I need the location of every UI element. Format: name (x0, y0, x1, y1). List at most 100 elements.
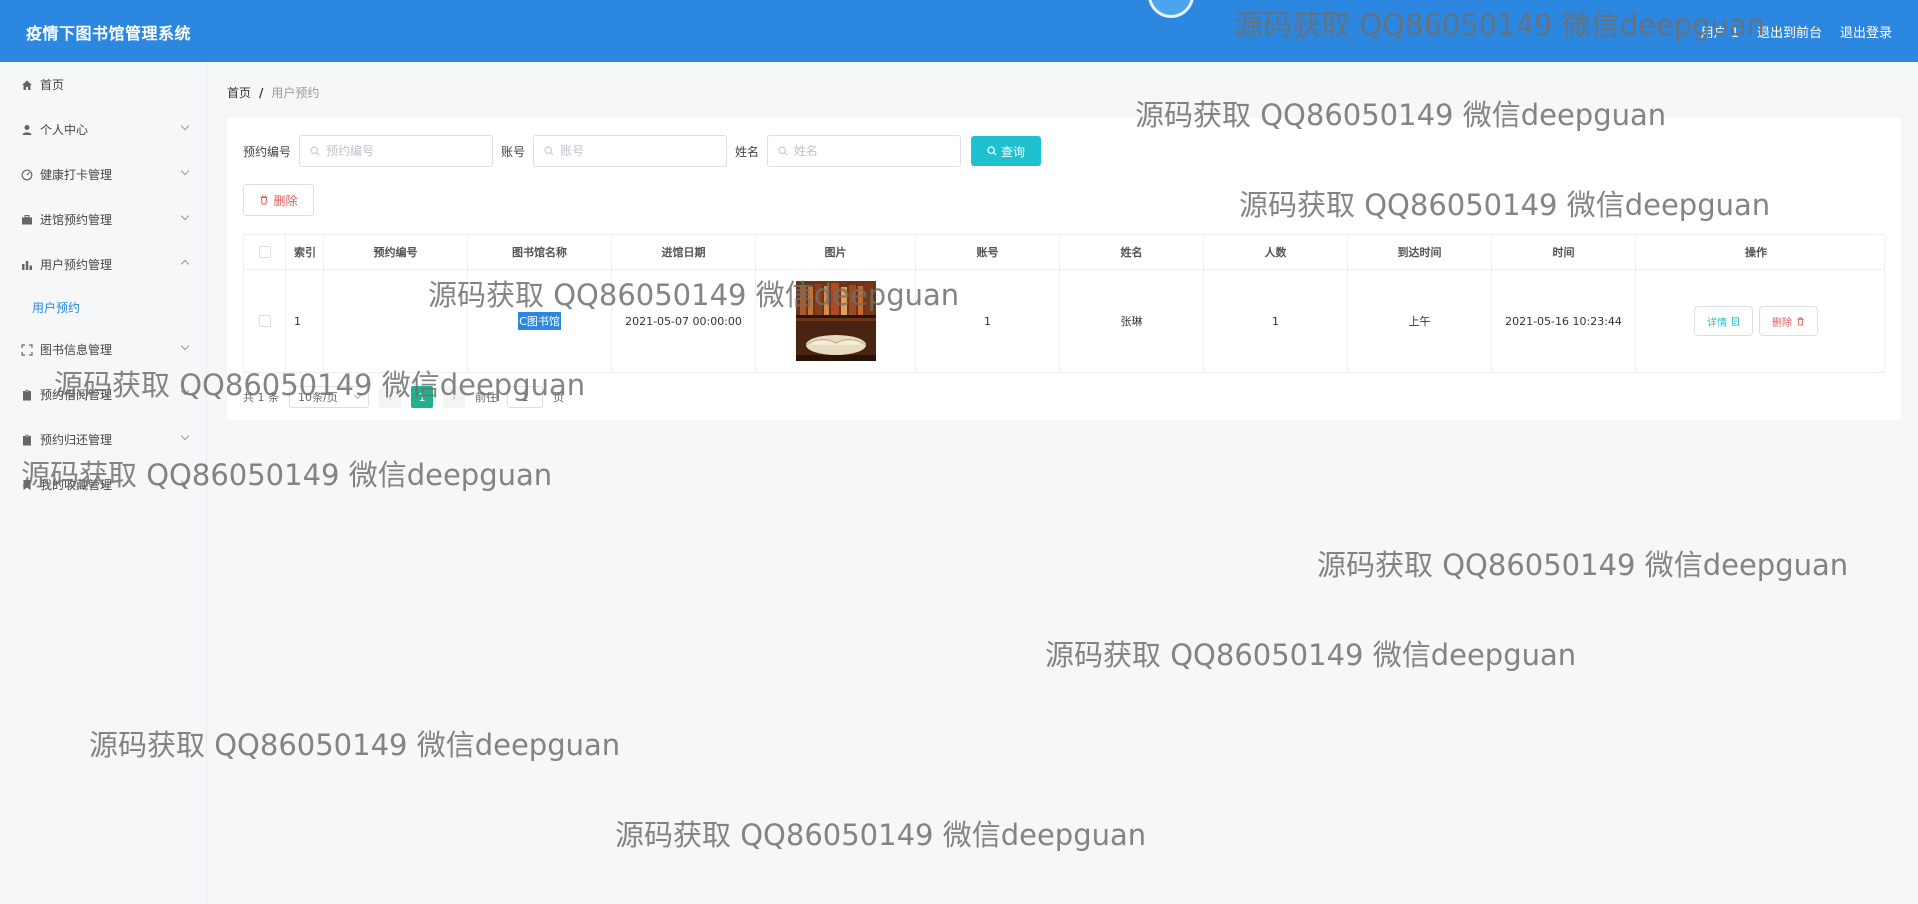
select-all-checkbox[interactable] (258, 246, 271, 258)
row-checkbox-cell (244, 270, 286, 372)
chevron-down-icon (180, 341, 190, 351)
sidebar-item-label: 个人中心 (40, 123, 89, 137)
col-arrival: 到达时间 (1348, 235, 1492, 269)
cell-library-name: C图书馆 (468, 270, 612, 372)
col-booking-no: 预约编号 (324, 235, 468, 269)
sidebar-item-profile[interactable]: 个人中心 (0, 107, 206, 152)
row-delete-button[interactable]: 删除 (1759, 306, 1818, 336)
home-icon (20, 78, 34, 92)
user-icon (20, 123, 34, 137)
cell-arrival: 上午 (1348, 270, 1492, 372)
name-label: 姓名 (735, 144, 760, 159)
chevron-down-icon (180, 211, 190, 221)
cell-account: 1 (916, 270, 1060, 372)
page-size-value: 10条/页 (298, 391, 338, 404)
header-links: 用户 1 退出到前台 退出登录 (1701, 22, 1892, 41)
detail-button[interactable]: 详情 (1694, 306, 1753, 336)
trash-icon (260, 195, 268, 205)
sidebar-item-label: 我的收藏管理 (40, 478, 113, 492)
booking-table: 索引 预约编号 图书馆名称 进馆日期 图片 账号 姓名 人数 到达时间 时间 操… (243, 234, 1885, 373)
chevron-down-icon (180, 386, 190, 396)
col-time: 时间 (1492, 235, 1636, 269)
document-icon (1732, 316, 1739, 326)
sidebar-item-label: 预约借阅管理 (40, 388, 113, 402)
sidebar-subitem-user-booking[interactable]: 用户预约 (0, 287, 206, 327)
chevron-down-icon (180, 476, 190, 486)
goto-page-input[interactable]: 1 (507, 386, 543, 408)
batch-delete-button[interactable]: 删除 (243, 184, 314, 216)
clipboard-icon (20, 388, 34, 402)
logout-link[interactable]: 退出登录 (1840, 22, 1892, 41)
briefcase-icon (20, 213, 34, 227)
sidebar-item-user-booking[interactable]: 用户预约管理 (0, 242, 206, 287)
sidebar-item-home[interactable]: 首页 (0, 62, 206, 107)
query-button-label: 查询 (1001, 144, 1026, 159)
bar-chart-icon (20, 258, 34, 272)
booking-no-field[interactable] (299, 135, 494, 167)
sidebar: 首页 个人中心 健康打卡管理 进馆预约管理 用户预约管理 用户预约 图书信息管理 (0, 62, 207, 904)
pager-total: 共 1 条 (243, 391, 279, 404)
account-field[interactable] (533, 135, 728, 167)
chevron-up-icon (180, 259, 190, 269)
query-button[interactable]: 查询 (971, 136, 1042, 166)
chevron-down-icon (180, 121, 190, 131)
next-page-button[interactable]: › (443, 386, 465, 408)
chevron-down-icon (353, 391, 362, 400)
sidebar-item-label: 进馆预约管理 (40, 213, 113, 227)
sidebar-item-visit-booking[interactable]: 进馆预约管理 (0, 197, 206, 242)
col-image: 图片 (756, 235, 916, 269)
page-size-select[interactable]: 10条/页 (289, 386, 369, 408)
top-header: 疫情下图书馆管理系统 用户 1 退出到前台 退出登录 (0, 0, 1918, 62)
cell-time: 2021-05-16 10:23:44 (1492, 270, 1636, 372)
search-icon (778, 146, 788, 156)
row-delete-label: 删除 (1772, 317, 1792, 329)
cell-image (756, 270, 916, 372)
bookmark-icon (20, 478, 34, 492)
detail-button-label: 详情 (1707, 317, 1727, 329)
col-library-name: 图书馆名称 (468, 235, 612, 269)
breadcrumb-home[interactable]: 首页 (227, 84, 251, 101)
cell-visit-date: 2021-05-07 00:00:00 (612, 270, 756, 372)
breadcrumb: 首页 / 用户预约 (227, 84, 319, 101)
name-input[interactable] (794, 144, 955, 158)
search-icon (987, 146, 997, 156)
cell-name: 张琳 (1060, 270, 1204, 372)
breadcrumb-current: 用户预约 (271, 86, 320, 100)
page-number-current[interactable]: 1 (411, 386, 433, 408)
sidebar-item-borrow-booking[interactable]: 预约借阅管理 (0, 372, 206, 417)
booking-no-input[interactable] (326, 144, 487, 158)
health-icon (20, 168, 34, 182)
goto-suffix: 页 (553, 391, 564, 404)
cell-people: 1 (1204, 270, 1348, 372)
batch-delete-label: 删除 (273, 193, 298, 208)
name-field[interactable] (767, 135, 962, 167)
avatar[interactable] (1148, 0, 1194, 18)
account-label: 账号 (501, 144, 526, 159)
col-visit-date: 进馆日期 (612, 235, 756, 269)
sidebar-item-favorites[interactable]: 我的收藏管理 (0, 462, 206, 507)
sidebar-item-label: 用户预约管理 (40, 258, 113, 272)
breadcrumb-separator: / (259, 85, 264, 100)
sidebar-item-health[interactable]: 健康打卡管理 (0, 152, 206, 197)
trash-icon (1797, 317, 1804, 326)
header-checkbox-cell (244, 235, 286, 269)
user-label[interactable]: 用户 1 (1701, 22, 1739, 41)
chevron-down-icon (180, 431, 190, 441)
account-input[interactable] (560, 144, 721, 158)
main-content: 首页 / 用户预约 预约编号 账号 姓名 查询 (207, 62, 1918, 904)
table-header: 索引 预约编号 图书馆名称 进馆日期 图片 账号 姓名 人数 到达时间 时间 操… (244, 235, 1884, 270)
col-name: 姓名 (1060, 235, 1204, 269)
pagination: 共 1 条 10条/页 ‹ 1 › 前往 1 页 (243, 386, 564, 408)
row-checkbox[interactable] (258, 315, 271, 327)
library-name-text: C图书馆 (518, 312, 561, 330)
col-people: 人数 (1204, 235, 1348, 269)
table-row: 1 C图书馆 2021-05-07 00:00:00 1 张琳 1 上午 202… (244, 270, 1884, 372)
sidebar-item-book-info[interactable]: 图书信息管理 (0, 327, 206, 372)
prev-page-button[interactable]: ‹ (379, 386, 401, 408)
sidebar-item-label: 健康打卡管理 (40, 168, 113, 182)
cell-index: 1 (286, 270, 324, 372)
library-thumbnail[interactable] (795, 281, 876, 361)
sidebar-item-return-booking[interactable]: 预约归还管理 (0, 417, 206, 462)
front-link[interactable]: 退出到前台 (1757, 22, 1822, 41)
sidebar-item-label: 图书信息管理 (40, 343, 113, 357)
